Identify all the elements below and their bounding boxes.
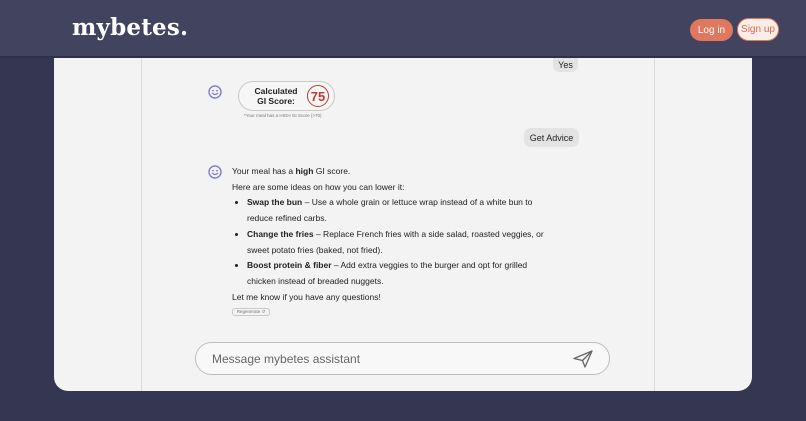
user-message-text: Get Advice <box>529 132 574 143</box>
chat-column-divider-left <box>141 58 142 391</box>
user-message-bubble: Get Advice <box>524 128 579 147</box>
advice-intro: Your meal has a high GI score. <box>232 166 351 176</box>
gi-label-line2: GI Score: <box>257 96 295 106</box>
gi-score-card: Calculated GI Score: 75 <box>238 81 335 111</box>
advice-tip: Boost protein & fiber – Add extra veggie… <box>247 258 552 289</box>
gi-score-value: 75 <box>307 85 329 107</box>
gi-score-note: *Your meal has a HIGH GI Score (>70) <box>244 113 322 118</box>
login-button[interactable]: Log in <box>690 19 733 41</box>
user-message-text: Yes <box>558 60 573 70</box>
paper-plane-icon[interactable] <box>572 349 594 369</box>
smiley-face-icon <box>208 85 222 99</box>
top-navigation-bar: mybetes. Log in Sign up <box>0 0 806 58</box>
smiley-face-icon <box>208 165 222 179</box>
message-input[interactable]: Message mybetes assistant <box>195 342 610 375</box>
user-message-bubble: Yes <box>553 58 578 72</box>
message-input-placeholder: Message mybetes assistant <box>212 352 361 366</box>
advice-tip: Change the fries – Replace French fries … <box>247 227 552 258</box>
gi-label-line1: Calculated <box>254 86 298 96</box>
gi-score-label: Calculated GI Score: <box>253 86 299 106</box>
chat-column-divider-right <box>654 58 655 391</box>
advice-closing: Let me know if you have any questions! <box>232 291 381 302</box>
app-logo[interactable]: mybetes. <box>72 14 188 41</box>
advice-lead: Here are some ideas on how you can lower… <box>232 181 405 192</box>
advice-tips-list: Swap the bun – Use a whole grain or lett… <box>232 195 552 289</box>
advice-tip: Swap the bun – Use a whole grain or lett… <box>247 195 552 226</box>
regenerate-button[interactable]: Regenerate ↺ <box>232 308 270 316</box>
assistant-advice-message: Your meal has a high GI score. Here are … <box>232 164 552 305</box>
signup-button[interactable]: Sign up <box>737 18 779 41</box>
